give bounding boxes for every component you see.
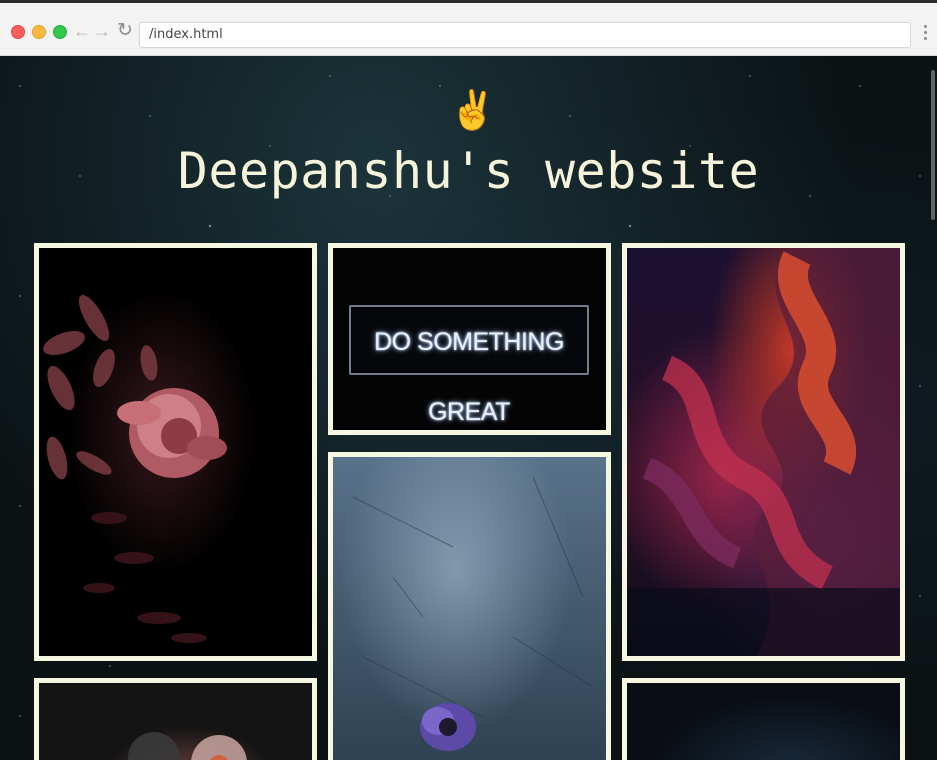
gallery-image-canyon[interactable] <box>622 243 905 661</box>
flower-illustration <box>43 295 227 643</box>
maximize-window-button[interactable] <box>53 25 67 39</box>
gallery-image-purple-flower[interactable] <box>328 452 611 760</box>
gallery-image-neon-sign[interactable]: DO SOMETHING GREAT <box>328 243 611 435</box>
neon-sign-text: DO SOMETHING GREAT <box>374 328 564 426</box>
victory-hand-emoji: ✌️ <box>449 88 497 132</box>
address-bar[interactable]: /index.html <box>139 22 911 48</box>
neon-sign-frame: DO SOMETHING GREAT <box>349 305 589 426</box>
gallery-image-dahlias[interactable] <box>34 678 317 760</box>
browser-menu-icon[interactable] <box>920 25 930 45</box>
page-title: Deepanshu's website <box>177 142 760 200</box>
browser-chrome: ← → ↻ /index.html <box>0 0 937 56</box>
canyon-illustration <box>627 248 900 656</box>
dahlias-illustration <box>128 732 247 760</box>
forward-arrow-icon[interactable]: → <box>92 20 112 42</box>
page-viewport: ✌️ Deepanshu's website DO SOMETHING GREA… <box>0 56 937 760</box>
reload-icon[interactable]: ↻ <box>115 20 135 42</box>
close-window-button[interactable] <box>11 25 25 39</box>
purple-flower-illustration <box>352 476 594 751</box>
gallery-image-space[interactable] <box>622 678 905 760</box>
minimize-window-button[interactable] <box>32 25 46 39</box>
back-arrow-icon[interactable]: ← <box>72 20 92 42</box>
gallery-image-flower[interactable] <box>34 243 317 661</box>
